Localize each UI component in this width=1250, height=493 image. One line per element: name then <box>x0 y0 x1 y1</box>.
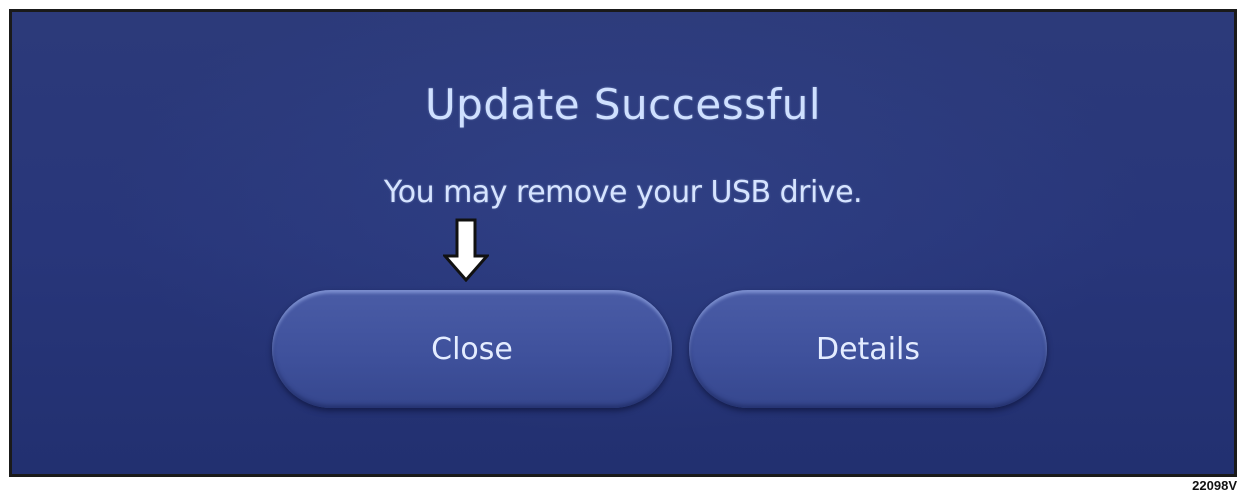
details-button[interactable]: Details <box>689 290 1047 408</box>
down-arrow-icon <box>443 218 489 282</box>
close-button[interactable]: Close <box>272 290 672 408</box>
close-button-label: Close <box>431 331 513 367</box>
figure-code: 22098V <box>1192 478 1237 493</box>
update-dialog-screen: Update Successful You may remove your US… <box>9 9 1237 477</box>
dialog-title: Update Successful <box>424 80 822 129</box>
dialog-message: You may remove your USB drive. <box>383 175 863 210</box>
details-button-label: Details <box>815 331 920 367</box>
